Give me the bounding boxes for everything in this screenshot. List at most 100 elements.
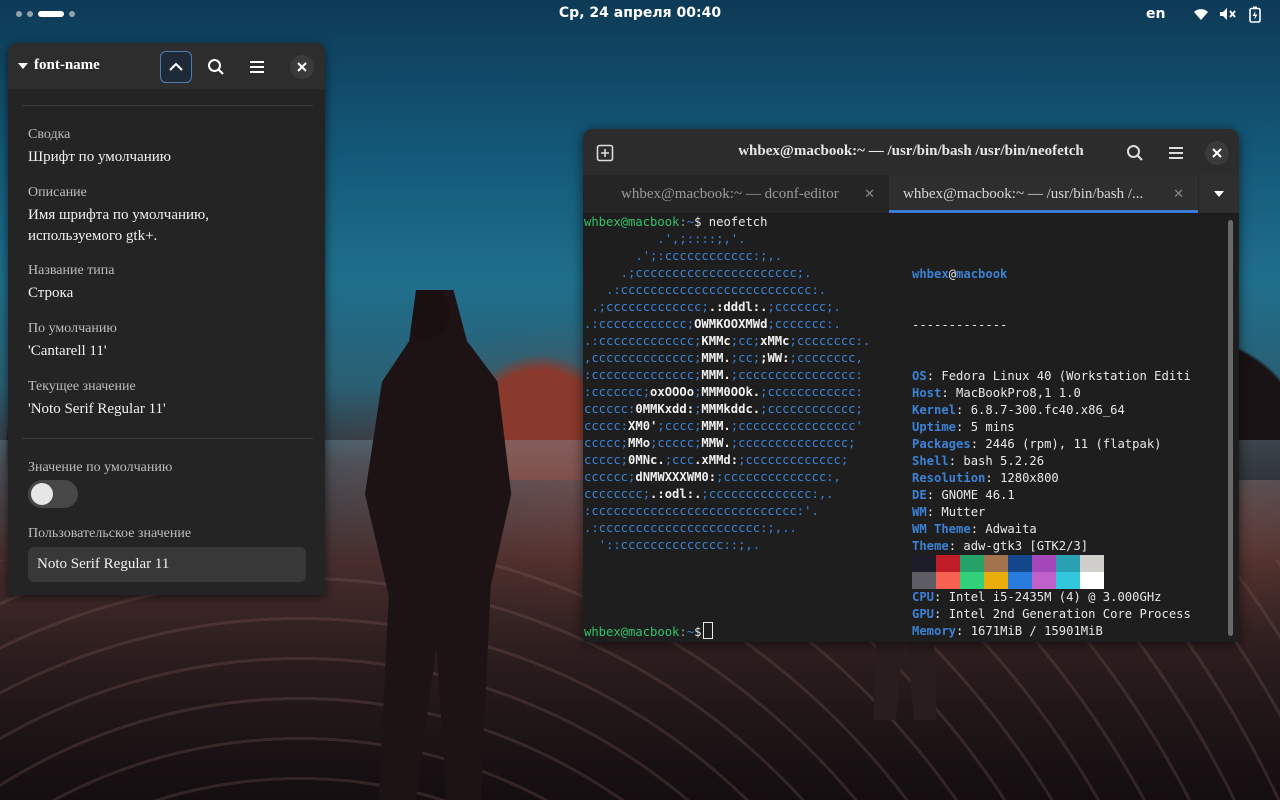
palette-swatch: [1056, 572, 1080, 589]
type-name-value: Строка: [28, 285, 74, 301]
fedora-ascii-logo: .',;::::;,'. .';:cccccccccccc:;,. .;cccc…: [584, 231, 870, 554]
tab-close-icon[interactable]: ✕: [1173, 175, 1184, 213]
info-line: Theme: adw-gtk3 [GTK2/3]: [912, 539, 1089, 553]
info-line: Shell: bash 5.2.26: [912, 454, 1045, 468]
terminal-screen[interactable]: whbex@macbook:~$ neofetch .',;::::;,'. .…: [583, 214, 1239, 642]
terminal-close-button[interactable]: [1205, 141, 1229, 165]
palette-swatch: [1008, 555, 1032, 572]
info-line: Kernel: 6.8.7-300.fc40.x86_64: [912, 403, 1125, 417]
close-icon: [297, 62, 307, 72]
tab-dconf-editor[interactable]: whbex@macbook:~ — dconf-editor ✕: [607, 175, 889, 213]
prompt-user: whbex@macbook: [584, 215, 680, 229]
ascii-art-line: .:cccccccccccc;OWMKOOXMWd;ccccccc:.: [584, 317, 841, 331]
tab-label: whbex@macbook:~ — dconf-editor: [621, 186, 839, 202]
dconf-editor-window: font-name Сводка Шрифт по умолчанию Опис…: [8, 43, 325, 595]
summary-value: Шрифт по умолчанию: [28, 149, 172, 165]
terminal-search-button[interactable]: [1119, 137, 1151, 169]
go-to-parent-button[interactable]: [160, 51, 192, 83]
ascii-art-line: ccccc;0MNc.;ccc.xMMd:;ccccccccccccc;: [584, 453, 849, 467]
ascii-art-line: ccccc:XM0';cccc;MMM.;cccccccccccccccc': [584, 419, 863, 433]
custom-value-label: Пользовательское значение: [28, 526, 192, 541]
prompt-user: whbex@macbook: [584, 625, 680, 639]
info-value: 1671MiB / 15901MiB: [970, 624, 1103, 638]
use-default-toggle[interactable]: [28, 480, 78, 508]
info-line: OS: Fedora Linux 40 (Workstation Editi: [912, 369, 1191, 383]
info-key: Memory: [912, 624, 957, 638]
info-key: OS: [912, 369, 927, 383]
info-key: DE: [912, 488, 927, 502]
summary-label: Сводка: [28, 127, 71, 142]
info-value: 6.8.7-300.fc40.x86_64: [970, 403, 1125, 417]
dropdown-triangle-icon[interactable]: [18, 62, 28, 69]
ascii-art-line: .',;::::;,'.: [584, 232, 746, 246]
prompt-path: ~: [686, 215, 695, 229]
info-value: Intel 2nd Generation Core Process: [948, 607, 1191, 621]
info-key: WM Theme: [912, 522, 971, 536]
info-line: Resolution: 1280x800: [912, 471, 1059, 485]
ascii-art-line: .:cccccccccccccccccccccccccc:.: [584, 283, 827, 297]
info-key: GPU: [912, 607, 935, 621]
palette-swatch: [984, 555, 1008, 572]
chevron-down-icon: [1214, 191, 1224, 197]
description-value: Имя шрифта по умолчанию, используемого g…: [28, 207, 209, 244]
keyboard-layout-indicator[interactable]: en: [1146, 6, 1165, 22]
terminal-scrollbar[interactable]: [1228, 220, 1233, 636]
toggle-knob: [31, 483, 53, 505]
info-value: Adwaita: [985, 522, 1037, 536]
battery-icon[interactable]: [1246, 6, 1264, 23]
custom-value-input[interactable]: Noto Serif Regular 11: [28, 547, 306, 582]
info-host: macbook: [956, 267, 1008, 281]
info-key: Uptime: [912, 420, 957, 434]
palette-swatch: [1032, 572, 1056, 589]
info-key: Kernel: [912, 403, 957, 417]
tab-neofetch[interactable]: whbex@macbook:~ — /usr/bin/bash /... ✕: [889, 175, 1198, 213]
tab-label: whbex@macbook:~ — /usr/bin/bash /...: [903, 186, 1144, 202]
clock[interactable]: Ср, 24 апреля 00:40: [0, 5, 1280, 21]
command-text: neofetch: [708, 215, 768, 229]
ascii-art-line: '::cccccccccccccc::;,.: [584, 538, 761, 552]
volume-muted-icon[interactable]: [1219, 6, 1237, 22]
color-palette: [912, 555, 1104, 589]
ascii-art-line: .;cccccccccccccccccccccc;.: [584, 266, 812, 280]
search-icon: [208, 59, 224, 75]
info-line: Uptime: 5 mins: [912, 420, 1015, 434]
terminal-menu-button[interactable]: [1160, 137, 1192, 169]
palette-swatch: [960, 555, 984, 572]
tab-close-icon[interactable]: ✕: [864, 175, 875, 213]
info-value: 5 mins: [970, 420, 1015, 434]
close-window-button[interactable]: [290, 55, 314, 79]
wifi-icon[interactable]: [1192, 6, 1210, 22]
palette-swatch: [912, 572, 936, 589]
info-line: Host: MacBookPro8,1 1.0: [912, 386, 1081, 400]
chevron-up-icon: [169, 62, 183, 71]
ascii-art-line: :cccccccccccccc;MMM.;cccccccccccccccc:: [584, 368, 863, 382]
ascii-art-line: .;ccccccccccccc;.:dddl:.;ccccccc;.: [584, 300, 841, 314]
search-button[interactable]: [200, 51, 232, 83]
info-line: DE: GNOME 46.1: [912, 488, 1015, 502]
ascii-art-line: .';:cccccccccccc:;,.: [584, 249, 783, 263]
tab-list-dropdown[interactable]: [1199, 175, 1239, 213]
palette-swatch: [960, 572, 984, 589]
use-default-label: Значение по умолчанию: [28, 460, 173, 475]
main-menu-button[interactable]: [241, 51, 273, 83]
system-tray[interactable]: [1192, 6, 1264, 23]
info-value: MacBookPro8,1 1.0: [956, 386, 1081, 400]
close-icon: [1212, 148, 1222, 158]
prompt-path: ~: [686, 625, 695, 639]
ascii-art-line: cccccccc;.:odl:.;cccccccccccccc:,.: [584, 487, 834, 501]
info-line: WM: Mutter: [912, 505, 986, 519]
text-cursor: [703, 622, 714, 639]
hamburger-menu-icon: [1169, 147, 1183, 159]
palette-swatch: [1032, 555, 1056, 572]
ascii-art-line: ccccc;MMo;ccccc;MMW.;ccccccccccccccc;: [584, 436, 856, 450]
palette-swatch: [1080, 555, 1104, 572]
info-value: adw-gtk3 [GTK2/3]: [963, 539, 1089, 553]
info-value: 1280x800: [1000, 471, 1059, 485]
key-title[interactable]: font-name: [18, 57, 100, 74]
top-bar: Ср, 24 апреля 00:40 en: [0, 0, 1280, 28]
terminal-tab-bar: whbex@macbook:~ — dconf-editor ✕ whbex@m…: [583, 175, 1239, 214]
palette-swatch: [1080, 572, 1104, 589]
info-line: Packages: 2446 (rpm), 11 (flatpak): [912, 437, 1162, 451]
default-label: По умолчанию: [28, 321, 117, 336]
info-key: Theme: [912, 539, 949, 553]
